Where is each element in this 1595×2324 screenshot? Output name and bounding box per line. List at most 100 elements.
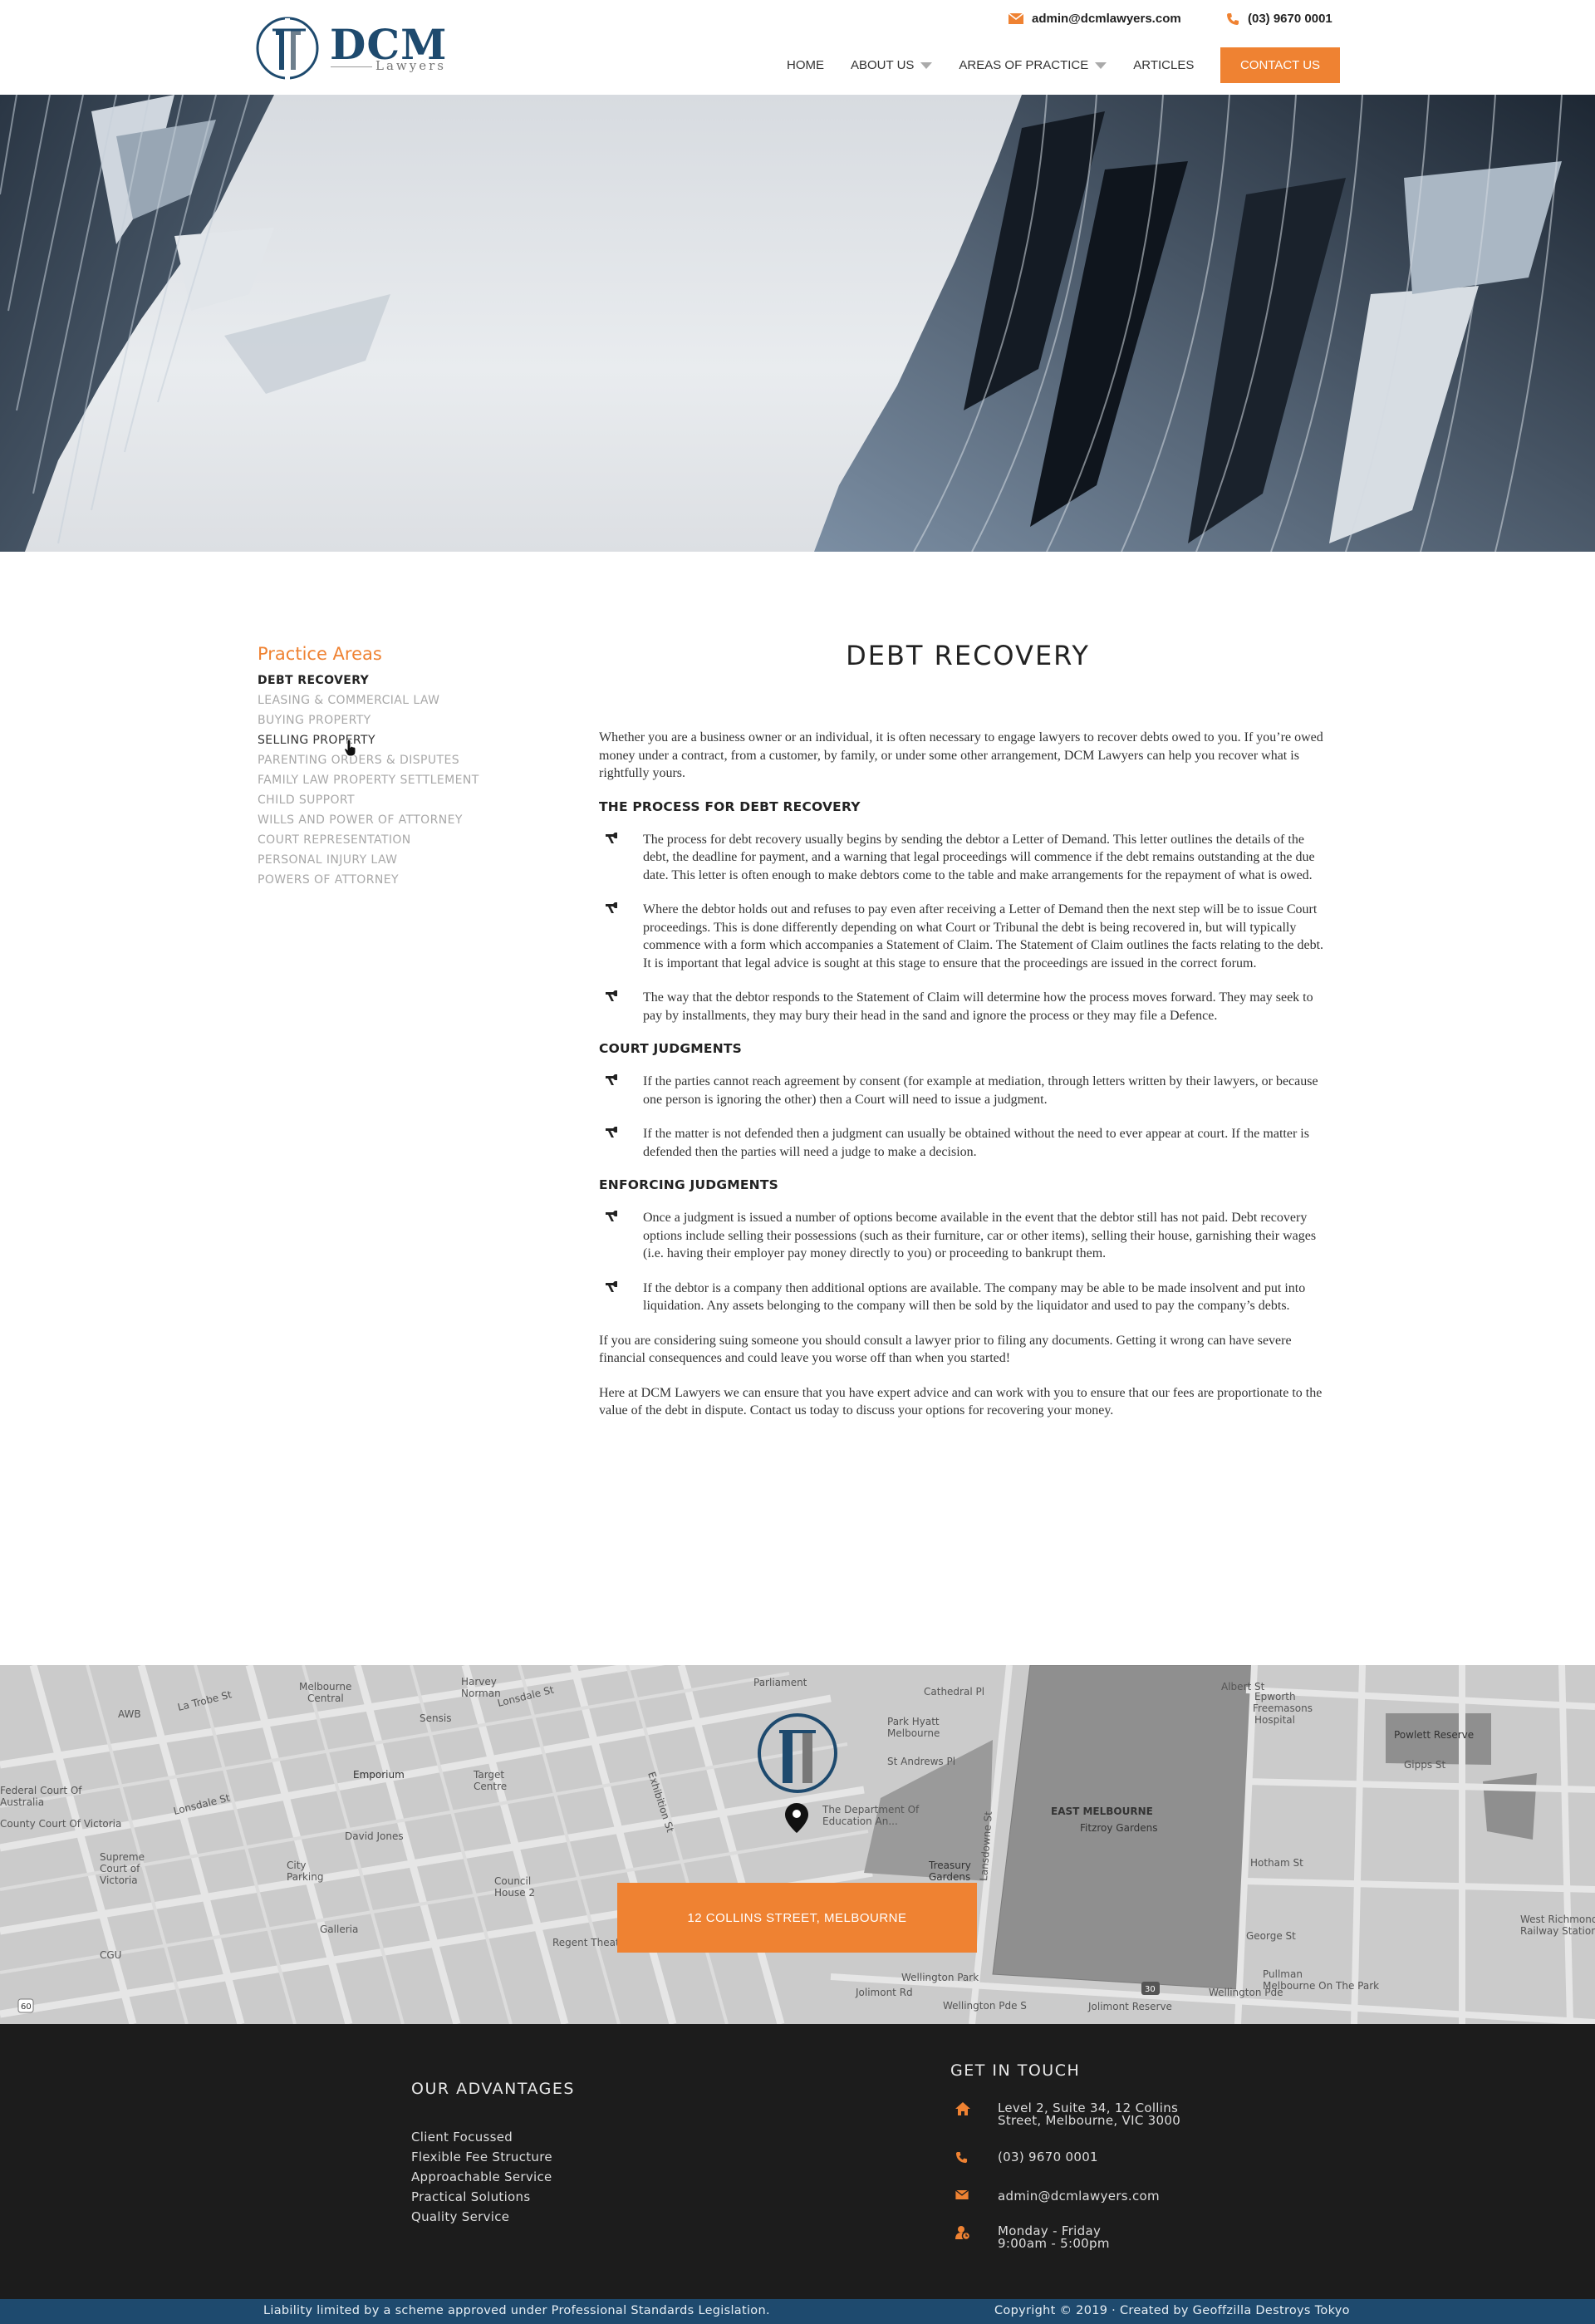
intro-paragraph: Whether you are a business owner or an i…: [599, 730, 1323, 780]
footer-email-text: admin@dcmlawyers.com: [998, 2189, 1160, 2204]
advantage-item: Quality Service: [411, 2209, 510, 2224]
nav-articles[interactable]: ARTICLES: [1133, 58, 1194, 72]
footer-phone[interactable]: (03) 9670 0001: [953, 2151, 1098, 2164]
phone-icon: [1227, 12, 1239, 25]
sidebar-item-court-representation[interactable]: COURT REPRESENTATION: [258, 830, 532, 850]
svg-text:Gipps St: Gipps St: [1404, 1759, 1446, 1771]
header-email-text: admin@dcmlawyers.com: [1032, 12, 1181, 26]
list-item: The process for debt recovery usually be…: [599, 831, 1337, 885]
sidebar-item-leasing-commercial[interactable]: LEASING & COMMERCIAL LAW: [258, 690, 532, 710]
svg-text:George St: George St: [1246, 1930, 1296, 1942]
list-item: Where the debtor holds out and refuses t…: [599, 901, 1337, 972]
list-item-text: Once a judgment is issued a number of op…: [643, 1211, 1317, 1260]
nav-articles-label: ARTICLES: [1133, 58, 1195, 72]
svg-text:Galleria: Galleria: [320, 1924, 358, 1935]
svg-text:Sensis: Sensis: [420, 1712, 451, 1724]
hammer-icon: [606, 990, 617, 1001]
nav-home-label: HOME: [787, 58, 824, 72]
sidebar-item-debt-recovery[interactable]: DEBT RECOVERY: [258, 671, 532, 690]
practice-areas-sidebar: Practice Areas DEBT RECOVERY LEASING & C…: [258, 644, 532, 890]
svg-text:Melbourne: Melbourne: [887, 1727, 940, 1739]
phone-icon: [955, 2151, 968, 2164]
list-item: If the debtor is a company then addition…: [599, 1280, 1337, 1315]
svg-text:Australia: Australia: [0, 1796, 44, 1808]
svg-text:Court of: Court of: [100, 1863, 140, 1874]
svg-text:Cathedral Pl: Cathedral Pl: [924, 1686, 984, 1698]
sidebar-item-family-law-property[interactable]: FAMILY LAW PROPERTY SETTLEMENT: [258, 770, 532, 790]
svg-text:Parliament: Parliament: [753, 1677, 807, 1688]
header-email[interactable]: admin@dcmlawyers.com: [1009, 12, 1181, 26]
home-icon: [955, 2102, 970, 2115]
map-canvas: La Trobe St Lonsdale St Lonsdale St Exhi…: [0, 1665, 1595, 2024]
sidebar-item-personal-injury[interactable]: PERSONAL INJURY LAW: [258, 850, 532, 870]
hammer-icon: [606, 1127, 617, 1137]
page-title: DEBT RECOVERY: [846, 640, 1090, 671]
copyright-bar: Liability limited by a scheme approved u…: [0, 2299, 1595, 2324]
hand-cursor-icon: [345, 739, 356, 757]
site-footer: OUR ADVANTAGES Client Focussed Flexible …: [0, 2024, 1595, 2299]
nav-home[interactable]: HOME: [787, 58, 824, 72]
chevron-down-icon: [920, 61, 933, 69]
sidebar-item-selling-property[interactable]: SELLING PROPERTY: [258, 730, 532, 750]
footer-hours-line: 9:00am - 5:00pm: [998, 2236, 1110, 2251]
svg-text:Melbourne: Melbourne: [299, 1681, 351, 1693]
section-heading: COURT JUDGMENTS: [599, 1041, 743, 1056]
logo-divider: [331, 66, 372, 67]
copyright-text[interactable]: Copyright © 2019 · Created by Geoffzilla…: [994, 2304, 1350, 2317]
nav-about-us[interactable]: ABOUT US: [851, 58, 933, 72]
nav-areas-of-practice[interactable]: AREAS OF PRACTICE: [959, 58, 1107, 72]
architecture-photo: [0, 95, 1595, 552]
hammer-icon: [606, 902, 617, 913]
sidebar-item-buying-property[interactable]: BUYING PROPERTY: [258, 710, 532, 730]
svg-text:County Court Of Victoria: County Court Of Victoria: [0, 1818, 121, 1830]
svg-text:Wellington Park: Wellington Park: [901, 1972, 979, 1983]
svg-text:Hotham St: Hotham St: [1250, 1857, 1303, 1869]
sidebar-item-wills-power-of-attorney[interactable]: WILLS AND POWER OF ATTORNEY: [258, 810, 532, 830]
list-item: If the matter is not defended then a jud…: [599, 1125, 1337, 1161]
nav-areas-label: AREAS OF PRACTICE: [959, 58, 1089, 72]
logo-emblem-icon: [256, 17, 319, 80]
list-item-text: If the parties cannot reach agreement by…: [643, 1074, 1318, 1107]
svg-text:St Andrews Pl: St Andrews Pl: [887, 1756, 955, 1767]
svg-text:Jolimont Rd: Jolimont Rd: [855, 1987, 913, 1998]
advantage-item: Practical Solutions: [411, 2189, 531, 2204]
sidebar-item-powers-of-attorney[interactable]: POWERS OF ATTORNEY: [258, 870, 532, 890]
svg-text:Norman: Norman: [461, 1688, 501, 1699]
svg-text:Hospital: Hospital: [1254, 1714, 1295, 1726]
contact-us-button[interactable]: CONTACT US: [1220, 47, 1340, 83]
map-address-button[interactable]: 12 COLLINS STREET, MELBOURNE: [617, 1883, 977, 1953]
svg-text:Centre: Centre: [474, 1781, 507, 1792]
svg-text:CGU: CGU: [100, 1949, 121, 1961]
hammer-icon: [606, 832, 617, 843]
footer-phone-text: (03) 9670 0001: [998, 2150, 1098, 2164]
header-phone[interactable]: (03) 9670 0001: [1226, 12, 1332, 26]
svg-text:Pullman: Pullman: [1263, 1968, 1303, 1980]
list-item-text: The way that the debtor responds to the …: [643, 990, 1313, 1023]
closing-paragraph: Here at DCM Lawyers we can ensure that y…: [599, 1385, 1323, 1418]
svg-text:Supreme: Supreme: [100, 1851, 145, 1863]
sidebar-title: Practice Areas: [258, 644, 382, 664]
svg-text:Epworth: Epworth: [1254, 1691, 1296, 1702]
advantage-item: Flexible Fee Structure: [411, 2150, 552, 2164]
hero-image: [0, 95, 1595, 552]
footer-email[interactable]: admin@dcmlawyers.com: [953, 2190, 1160, 2203]
sidebar-item-parenting-orders[interactable]: PARENTING ORDERS & DISPUTES: [258, 750, 532, 770]
location-map[interactable]: La Trobe St Lonsdale St Lonsdale St Exhi…: [0, 1665, 1595, 2024]
svg-text:Powlett Reserve: Powlett Reserve: [1394, 1729, 1474, 1741]
svg-text:House 2: House 2: [494, 1887, 535, 1899]
list-item: If the parties cannot reach agreement by…: [599, 1073, 1337, 1108]
svg-text:Gardens: Gardens: [929, 1871, 970, 1883]
svg-text:Freemasons: Freemasons: [1253, 1702, 1313, 1714]
svg-text:Council: Council: [494, 1875, 531, 1887]
svg-text:David Jones: David Jones: [345, 1830, 404, 1842]
sidebar-item-child-support[interactable]: CHILD SUPPORT: [258, 790, 532, 810]
dcm-logo[interactable]: DCM Lawyers: [254, 15, 447, 80]
svg-text:Fitzroy Gardens: Fitzroy Gardens: [1080, 1822, 1158, 1834]
hammer-icon: [606, 1074, 617, 1085]
svg-text:Treasury: Treasury: [928, 1860, 971, 1871]
svg-text:EAST MELBOURNE: EAST MELBOURNE: [1051, 1806, 1153, 1817]
email-icon: [1009, 13, 1023, 24]
svg-text:Harvey: Harvey: [461, 1676, 497, 1688]
svg-text:The Department Of: The Department Of: [822, 1804, 920, 1815]
advantage-item: Client Focussed: [411, 2130, 513, 2145]
